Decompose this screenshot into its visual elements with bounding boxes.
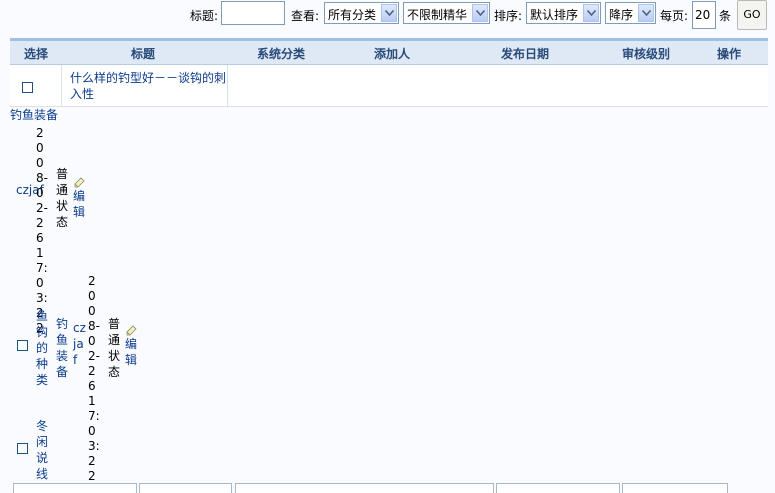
table-row-clipped (10, 481, 768, 493)
clipped-cell (496, 483, 620, 493)
per-page-unit: 条 (719, 9, 732, 23)
row-edit-link[interactable]: 编辑 (125, 336, 138, 368)
table-header: 选择 标题 系统分类 添加人 发布日期 审核级别 操作 (10, 38, 768, 65)
row-title-link[interactable]: 什么样的钓型好－－谈钩的刺入性 (70, 70, 230, 102)
clipped-cell (622, 483, 728, 493)
clipped-cell (139, 483, 232, 493)
view-label: 查看: (291, 9, 320, 23)
row-select-checkbox[interactable] (17, 443, 28, 454)
header-select: 选择 (24, 47, 49, 61)
elite-select-value: 不限制精华 (407, 8, 468, 22)
per-page-label: 每页: (660, 9, 689, 23)
clipped-cell (235, 483, 494, 493)
pencil-edit-icon[interactable] (125, 324, 137, 336)
chevron-down-icon[interactable] (583, 4, 599, 22)
chevron-down-icon[interactable] (472, 4, 488, 22)
sort-select-value: 默认排序 (530, 8, 579, 22)
row-date: 2008-02-26 17:03:22 (88, 274, 100, 483)
header-author[interactable]: 添加人 (374, 45, 410, 62)
table-row: 什么样的钓型好－－谈钩的刺入性 (10, 65, 768, 107)
order-select[interactable]: 降序 (605, 2, 656, 24)
row-category-link[interactable]: 钓鱼装备 (10, 106, 58, 123)
row-status: 普通状态 (108, 317, 121, 379)
title-search-input[interactable] (221, 1, 285, 25)
column-divider (61, 65, 62, 106)
per-page-input[interactable] (692, 1, 716, 29)
category-select-value: 所有分类 (328, 8, 377, 22)
pencil-edit-icon[interactable] (73, 176, 85, 188)
chevron-down-icon[interactable] (638, 4, 654, 22)
row-author-link[interactable]: czjaf (16, 182, 44, 199)
title-filter-label: 标题: (190, 9, 219, 23)
header-date[interactable]: 发布日期 (501, 45, 549, 62)
row-title-link[interactable]: 冬闲说线 (36, 418, 49, 482)
row-select-checkbox[interactable] (17, 340, 28, 351)
elite-select[interactable]: 不限制精华 (403, 2, 490, 24)
row-select-checkbox[interactable] (22, 82, 33, 93)
sort-label: 排序: (494, 9, 523, 23)
chevron-down-icon[interactable] (381, 4, 397, 22)
order-select-value: 降序 (609, 8, 634, 22)
sort-select[interactable]: 默认排序 (526, 2, 601, 24)
row-edit-link[interactable]: 编辑 (73, 188, 86, 220)
header-category[interactable]: 系统分类 (257, 45, 305, 62)
row-date: 2008-02-26 17:03:22 (36, 126, 48, 335)
category-select[interactable]: 所有分类 (324, 2, 399, 24)
header-actions: 操作 (717, 47, 742, 61)
row-status: 普通状态 (56, 167, 69, 229)
clipped-cell (13, 483, 137, 493)
row-author-link[interactable]: czjaf (73, 320, 86, 368)
row-title-link[interactable]: 鱼钩的种类 (36, 308, 49, 388)
row-category-link[interactable]: 钓鱼装备 (56, 316, 69, 380)
filter-bar: 标题: 查看: 所有分类 不限制精华 排序: 默认排序 降序 每页: 条 GO (0, 0, 775, 34)
header-review-level[interactable]: 审核级别 (622, 45, 670, 62)
header-title[interactable]: 标题 (131, 45, 155, 62)
go-button[interactable]: GO (737, 0, 767, 30)
